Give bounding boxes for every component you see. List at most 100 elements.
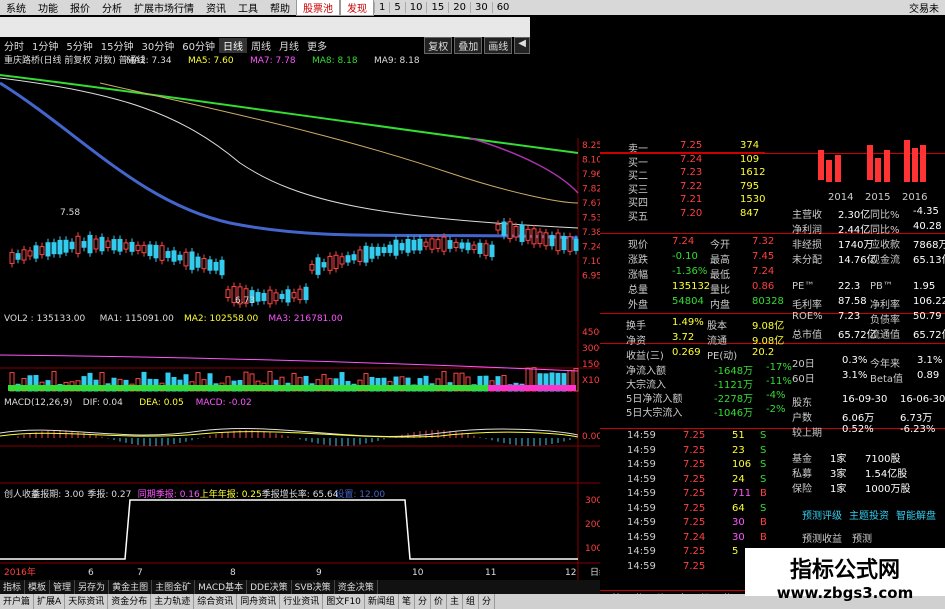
period-bar: 分时 1分钟 5分钟 15分钟 30分钟 60分钟 日线 周线 月线 更多 复权 叠加 画线 ◀	[0, 36, 530, 54]
menu-item[interactable]: 分析	[96, 0, 128, 15]
info-tab[interactable]: 天际资讯	[65, 594, 109, 609]
price-tick: 7.96	[582, 170, 600, 180]
fin-bar	[835, 155, 841, 182]
info-tab[interactable]: 价	[431, 594, 447, 609]
menu-item[interactable]: 报价	[64, 0, 96, 15]
info-tab[interactable]: 分	[415, 594, 431, 609]
period-tab[interactable]: 1分钟	[28, 38, 62, 53]
chart-button[interactable]: 画线	[484, 36, 513, 54]
indicator-tab[interactable]: 模板	[25, 580, 51, 594]
zoom-button[interactable]: 20	[448, 2, 470, 13]
indicator-tab[interactable]: MACD基本	[195, 580, 248, 594]
stat-value: 9.08亿	[752, 336, 785, 347]
chart-button[interactable]: 复权	[424, 36, 453, 54]
zoom-button[interactable]: 5	[389, 2, 404, 13]
zoom-button[interactable]: 30	[469, 2, 492, 13]
order-volume: 1530	[740, 194, 766, 205]
menu-item[interactable]: 资讯	[200, 0, 232, 15]
tick-side: S	[760, 430, 767, 441]
period-tab[interactable]: 周线	[247, 38, 275, 53]
period-tab[interactable]: 30分钟	[137, 38, 178, 53]
candle-body	[105, 240, 111, 248]
indicator-tab[interactable]: 主图金矿	[152, 580, 196, 594]
trade-label[interactable]: 交易未	[909, 0, 945, 15]
quote-value: -1.36%	[672, 266, 708, 277]
tick-side: B	[760, 517, 767, 528]
period-tab[interactable]: 月线	[275, 38, 303, 53]
flow-value: -1648万	[714, 366, 754, 377]
val-label: PE™	[792, 281, 815, 292]
menu-highlight[interactable]: 股票池	[296, 0, 340, 16]
ma-white	[0, 77, 579, 229]
period-tab[interactable]: 60分钟	[178, 38, 219, 53]
holder-label: 较上期	[792, 428, 822, 439]
menu-item[interactable]: 功能	[32, 0, 64, 15]
period-tab[interactable]: 15分钟	[97, 38, 138, 53]
zoom-button[interactable]: 15	[426, 2, 448, 13]
price-tick: 7.24	[582, 243, 600, 253]
stat-value: 3.72	[672, 332, 695, 343]
info-tab[interactable]: 笔	[399, 594, 415, 609]
info-tab[interactable]: 同舟资讯	[237, 594, 281, 609]
tick-price: 7.25	[683, 473, 706, 485]
indicator-tab[interactable]: DDE决策	[247, 580, 292, 594]
price-high-mark: 7.58	[60, 208, 80, 218]
candle-body	[207, 259, 213, 271]
menu-item[interactable]: 工具	[232, 0, 264, 15]
section-divider	[600, 428, 945, 429]
period-tab[interactable]: 日线	[218, 37, 247, 53]
val-value: 106.22	[913, 296, 945, 307]
menu-highlight[interactable]: 发现	[340, 0, 374, 16]
indicator-tab[interactable]: 另存为	[75, 580, 110, 594]
candle-body	[93, 238, 99, 250]
info-tab[interactable]: 行业资讯	[280, 594, 324, 609]
info-tab[interactable]: 主力轨迹	[151, 594, 195, 609]
price-tick: 8.10	[582, 156, 600, 166]
info-tab[interactable]: 组	[463, 594, 480, 609]
chart-button[interactable]: ◀	[514, 36, 530, 54]
info-tab[interactable]: 主	[447, 594, 463, 609]
period-tab[interactable]: 分时	[0, 38, 28, 53]
inst-tab[interactable]: 智能解盘	[896, 507, 936, 522]
stat-label: 净资	[626, 336, 646, 347]
chart-button[interactable]: 叠加	[454, 36, 483, 54]
info-tab[interactable]: 开户篇	[0, 594, 35, 609]
zoom-button[interactable]: 10	[404, 2, 427, 13]
indicator-tab[interactable]: 管理	[50, 580, 76, 594]
fin-value: 7868万	[913, 240, 945, 251]
tick-side: S	[760, 473, 767, 485]
indicator-tab[interactable]: 黄金主图	[109, 580, 153, 594]
tick-price: 7.25	[683, 444, 706, 456]
fin-label: 同比%	[870, 210, 900, 221]
quote-label: 外盘	[628, 300, 648, 311]
indicator-tab[interactable]: 指标	[0, 580, 26, 594]
vol-label: MA3: 216781.00	[268, 314, 342, 324]
menu-bar: 系统 功能 报价 分析 扩展市场行情 资讯 工具 帮助 股票池 发现 1 5 10 15 20 30 60 交易未	[0, 0, 945, 16]
info-tab[interactable]: 新闻组	[365, 594, 399, 609]
period-tab[interactable]: 5分钟	[62, 38, 96, 53]
zoom-button[interactable]: 60	[491, 2, 514, 13]
info-tab[interactable]: 扩展A	[34, 594, 66, 609]
inst-tab2[interactable]: 预测收益	[802, 530, 842, 545]
period-tab[interactable]: 更多	[303, 38, 331, 53]
inst-tab2[interactable]: 预测	[852, 530, 872, 545]
inst-tab[interactable]: 主题投资	[849, 507, 889, 522]
indicator-tab[interactable]: 资金决策	[335, 580, 378, 594]
menu-item[interactable]: 系统	[0, 0, 32, 15]
info-tab[interactable]: 分	[479, 594, 496, 609]
info-tab[interactable]: 资金分布	[108, 594, 152, 609]
info-tab[interactable]: 综合资讯	[194, 594, 238, 609]
candle-body	[69, 241, 75, 250]
candle-body	[213, 261, 219, 271]
inst-tab[interactable]: 预测评级	[802, 507, 842, 522]
quote-label: 量比	[710, 285, 730, 296]
fin-label: 净利润	[792, 225, 822, 236]
menu-item[interactable]: 帮助	[264, 0, 296, 15]
ma-label: 重庆路桥(日线 前复权 对数) 普通线	[4, 54, 146, 66]
zoom-button[interactable]: 1	[374, 2, 389, 13]
menu-item[interactable]: 扩展市场行情	[128, 0, 200, 15]
info-tab[interactable]: 图文F10	[323, 594, 365, 609]
indicator-tab[interactable]: SVB决策	[292, 580, 335, 594]
flow-value: -1121万	[714, 380, 754, 391]
candle-body	[537, 231, 543, 245]
